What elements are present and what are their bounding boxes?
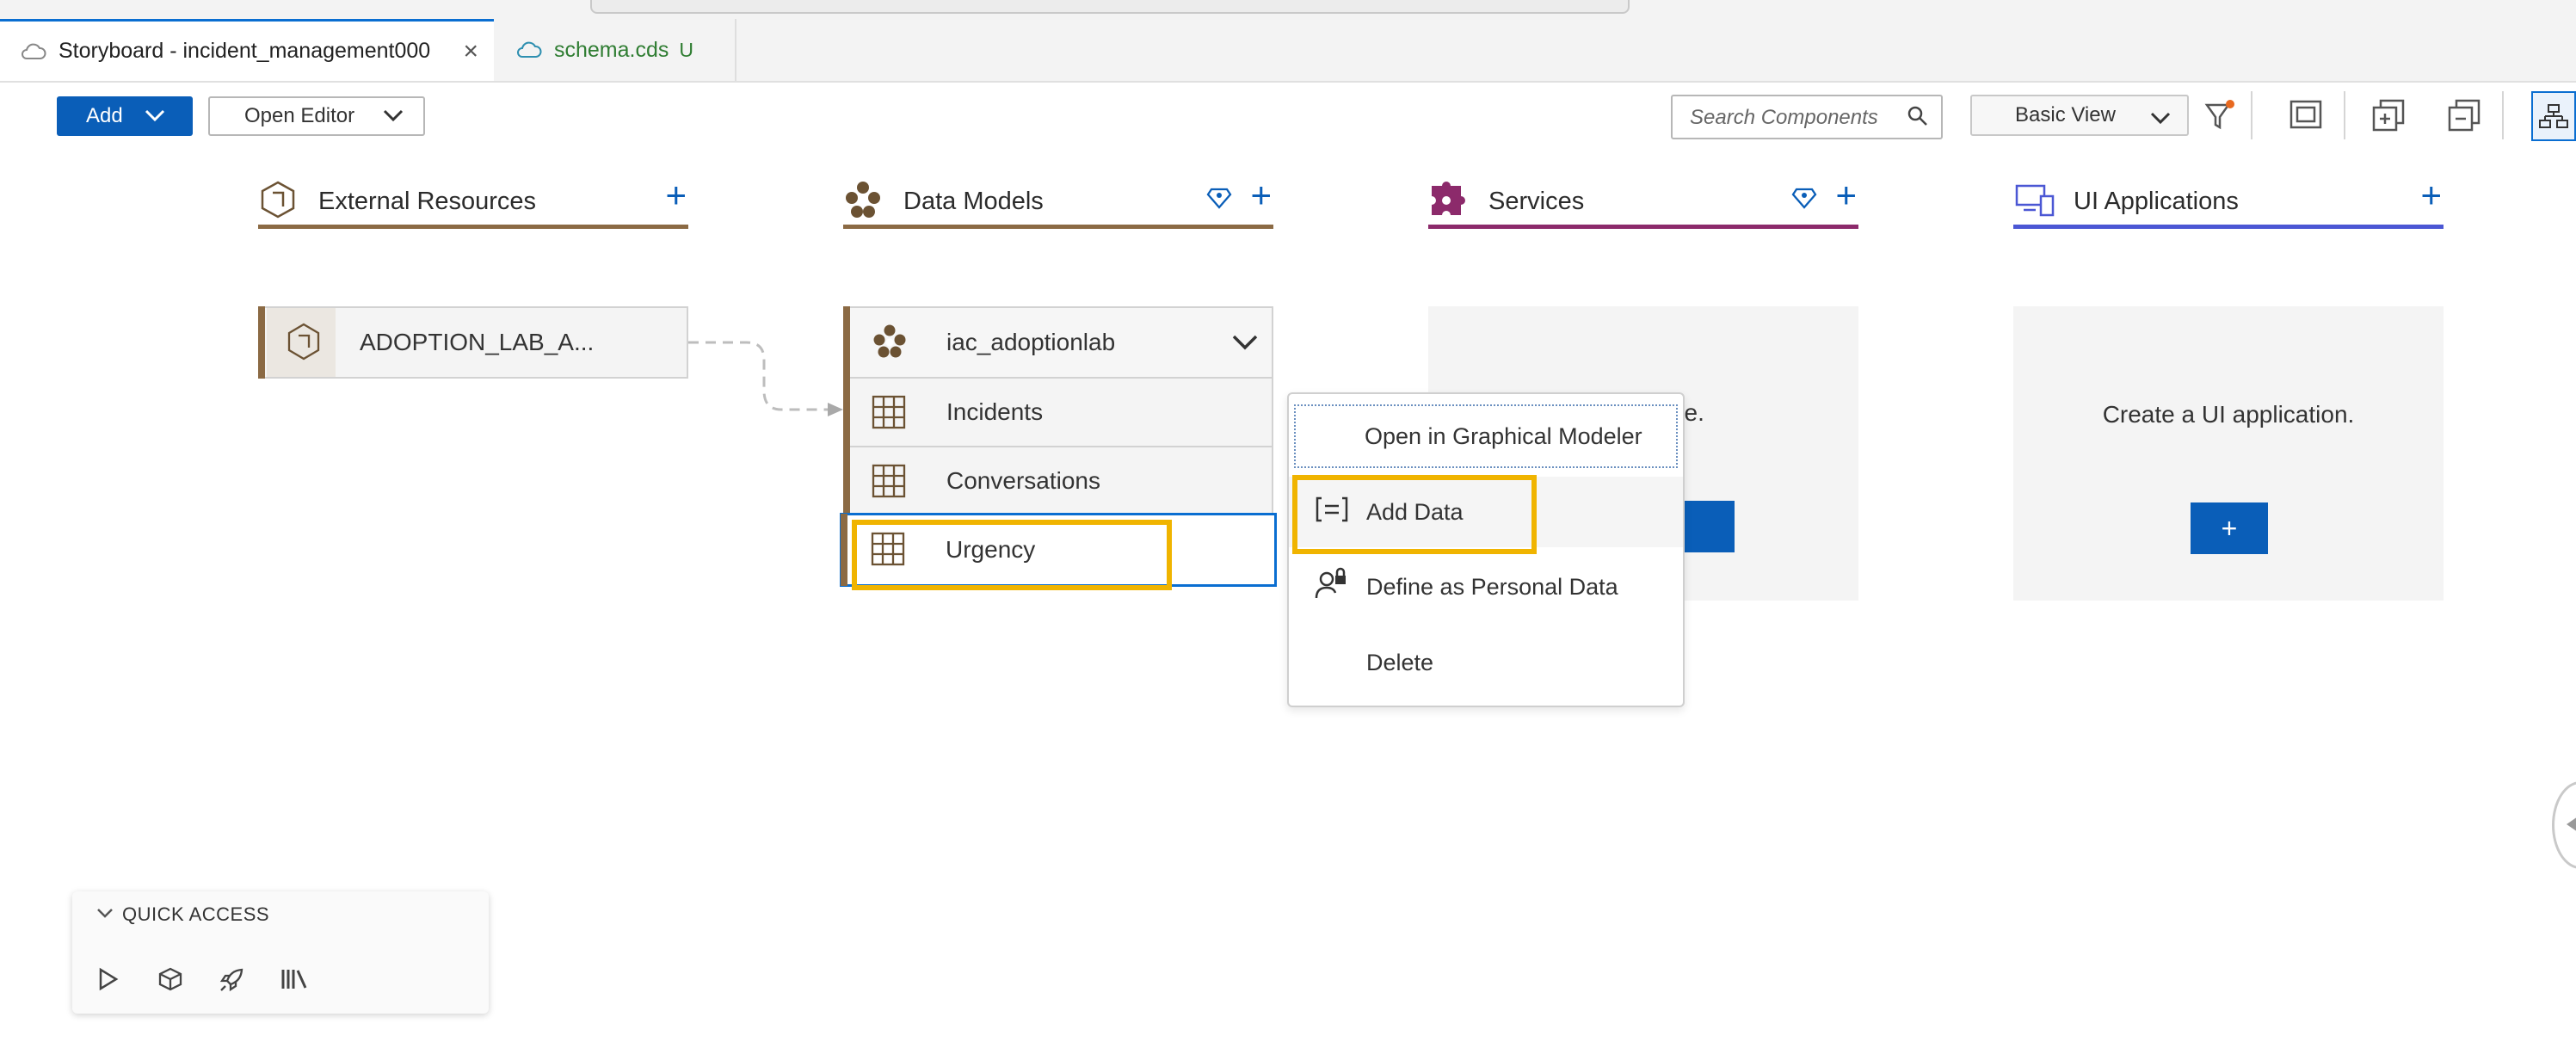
tab-storyboard[interactable]: Storyboard - incident_management000 × [0, 19, 494, 81]
card-accent [843, 377, 850, 447]
data-model-name: iac_adoptionlab [946, 329, 1116, 355]
open-editor-label: Open Editor [244, 104, 355, 127]
highlight-add-data [1292, 475, 1537, 554]
external-resource-icon [258, 179, 298, 225]
column-title: Services [1488, 188, 1585, 215]
highlight-urgency [852, 520, 1172, 590]
external-resource-card[interactable]: ADOPTION_LAB_A... [258, 306, 688, 379]
cloud-icon [21, 42, 46, 61]
column-underline [258, 225, 688, 229]
entity-row[interactable]: Incidents [843, 377, 1273, 447]
column-title: External Resources [318, 188, 537, 215]
search-components-input[interactable]: Search Components [1671, 95, 1943, 139]
entity-label: Incidents [946, 398, 1044, 425]
add-service-button[interactable]: + [1835, 177, 1857, 213]
add-ui-application-button[interactable]: + [2420, 177, 2442, 213]
column-underline [2013, 225, 2444, 229]
connector-arrow [688, 341, 843, 416]
fit-to-screen-icon[interactable] [2283, 93, 2328, 138]
menu-item-open-graphical-modeler[interactable]: Open in Graphical Modeler [1289, 401, 1683, 472]
column-underline [1428, 225, 1858, 229]
ai-diamond-icon[interactable] [1206, 184, 1232, 214]
untracked-badge: U [679, 38, 694, 61]
column-title: UI Applications [2074, 188, 2239, 215]
card-accent [843, 306, 850, 379]
personal-data-icon [1315, 567, 1349, 607]
hierarchy-view-toggle[interactable] [2531, 91, 2576, 141]
column-services: Services + [1428, 172, 1858, 229]
library-icon[interactable] [277, 962, 311, 996]
quick-access-title: QUICK ACCESS [122, 903, 270, 925]
close-tab-icon[interactable]: × [463, 37, 478, 66]
run-icon[interactable] [91, 962, 126, 996]
add-external-resource-button[interactable]: + [665, 177, 687, 213]
table-icon [871, 463, 907, 505]
open-editor-button[interactable]: Open Editor [208, 96, 425, 136]
toolbar-separator [2251, 91, 2252, 139]
table-icon [871, 394, 907, 436]
entity-row[interactable]: Conversations [843, 446, 1273, 516]
column-title: Data Models [903, 188, 1044, 215]
data-model-icon [843, 179, 883, 225]
add-button-label: Add [86, 104, 123, 127]
toolbar-separator [2344, 91, 2345, 139]
menu-item-delete[interactable]: Delete [1289, 630, 1683, 695]
search-placeholder: Search Components [1690, 106, 1878, 129]
ai-diamond-icon[interactable] [1791, 184, 1817, 214]
menu-item-label: Open in Graphical Modeler [1365, 422, 1642, 449]
view-select-value: Basic View [2015, 103, 2116, 126]
address-bar[interactable] [590, 0, 1630, 14]
column-ui-applications: UI Applications + [2013, 172, 2444, 229]
expand-all-icon[interactable] [2366, 93, 2411, 138]
column-data-models: Data Models + [843, 172, 1273, 229]
quick-access-panel: QUICK ACCESS [72, 891, 489, 1014]
create-ui-application-button[interactable]: + [2191, 502, 2268, 554]
chevron-down-icon [144, 104, 166, 128]
tab-label: schema.cds [554, 37, 669, 62]
external-resource-label: ADOPTION_LAB_A... [360, 329, 595, 355]
data-model-card-header[interactable]: iac_adoptionlab [843, 306, 1273, 379]
search-icon[interactable] [1907, 105, 1929, 132]
toolbar-separator [2502, 91, 2504, 139]
chevron-down-icon[interactable] [1230, 330, 1260, 358]
card-accent [843, 446, 850, 516]
add-button[interactable]: Add [57, 96, 193, 136]
card-accent [841, 514, 847, 586]
menu-item-label: Delete [1366, 649, 1434, 675]
ui-application-icon [2013, 179, 2056, 225]
left-gutter [0, 83, 41, 1048]
entity-label: Conversations [946, 467, 1100, 494]
chevron-down-icon[interactable] [96, 907, 114, 923]
deploy-rocket-icon[interactable] [215, 962, 250, 996]
data-model-icon [871, 320, 909, 369]
ui-empty-card: Create a UI application. + [2013, 306, 2444, 601]
chevron-down-icon [382, 104, 404, 128]
tab-schema-cds[interactable]: schema.cds U [496, 19, 736, 81]
filter-icon[interactable] [2197, 93, 2242, 138]
tab-label: Storyboard - incident_management000 [59, 39, 431, 63]
add-data-model-button[interactable]: + [1250, 177, 1272, 213]
column-underline [843, 225, 1273, 229]
menu-item-label: Define as Personal Data [1366, 573, 1618, 600]
card-accent [258, 306, 265, 379]
service-puzzle-icon [1428, 179, 1468, 225]
external-resource-icon [286, 320, 322, 369]
collapse-all-icon[interactable] [2442, 93, 2487, 138]
menu-item-define-personal-data[interactable]: Define as Personal Data [1289, 554, 1683, 620]
editor-tab-bar: Storyboard - incident_management000 × sc… [0, 19, 2576, 83]
chevron-down-icon [2149, 107, 2172, 131]
ui-empty-text: Create a UI application. [2102, 401, 2355, 428]
column-external-resources: External Resources + [258, 172, 688, 229]
cloud-file-icon [516, 40, 542, 59]
view-select[interactable]: Basic View [1970, 95, 2189, 136]
cube-icon[interactable] [153, 962, 188, 996]
